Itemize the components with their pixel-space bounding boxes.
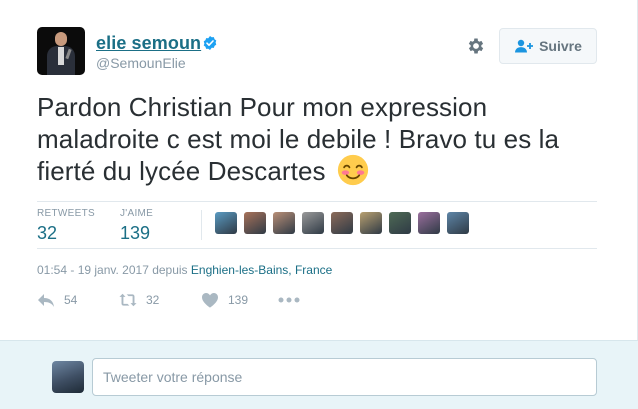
likes-count: 139 [120, 223, 151, 243]
tweet-card: elie semoun @SemounElie Suivre Pardon Ch… [0, 0, 638, 340]
smiling-blush-emoji-icon [337, 155, 369, 186]
stats-divider [201, 210, 202, 240]
tweet-meta: 01:54 - 19 janv. 2017 depuis Enghien-les… [37, 263, 332, 277]
like-button[interactable]: 139 [201, 292, 248, 308]
reply-count: 54 [64, 293, 78, 307]
liker-avatar[interactable] [244, 212, 266, 234]
likers-avatar-list [215, 212, 476, 234]
liker-avatar[interactable] [360, 212, 382, 234]
tweet-text: Pardon Christian Pour mon expression mal… [37, 92, 560, 186]
likes-stat[interactable]: J'AIME 139 [120, 208, 153, 244]
user-handle[interactable]: @SemounElie [96, 55, 186, 71]
current-user-avatar [52, 361, 84, 393]
tweet-timestamp[interactable]: 01:54 - 19 janv. 2017 depuis [37, 263, 188, 277]
liker-avatar[interactable] [418, 212, 440, 234]
retweet-count: 32 [146, 293, 160, 307]
liker-avatar[interactable] [389, 212, 411, 234]
more-dots-icon [278, 297, 300, 303]
tweet-location-link[interactable]: Enghien-les-Bains, France [191, 263, 332, 277]
tweet-stats: RETWEETS 32 J'AIME 139 [37, 201, 597, 249]
retweets-label: RETWEETS [37, 208, 95, 219]
retweet-button[interactable]: 32 [119, 292, 159, 308]
user-avatar[interactable] [37, 27, 85, 75]
gear-icon[interactable] [466, 36, 486, 56]
liker-avatar[interactable] [447, 212, 469, 234]
follow-label: Suivre [539, 38, 582, 54]
retweet-icon [119, 293, 137, 307]
more-button[interactable] [278, 292, 300, 308]
user-name[interactable]: elie semoun [96, 33, 201, 54]
tweet-text-block: Pardon Christian Pour mon expression mal… [37, 91, 597, 187]
liker-avatar[interactable] [215, 212, 237, 234]
liker-avatar[interactable] [331, 212, 353, 234]
retweets-stat[interactable]: RETWEETS 32 [37, 208, 95, 244]
follow-button[interactable]: Suivre [499, 28, 597, 64]
reply-composer [0, 340, 638, 409]
likes-label: J'AIME [120, 208, 154, 219]
reply-icon [38, 294, 54, 307]
liker-avatar[interactable] [273, 212, 295, 234]
reply-button[interactable]: 54 [37, 292, 77, 308]
heart-icon [202, 293, 218, 308]
liker-avatar[interactable] [302, 212, 324, 234]
retweets-count: 32 [37, 223, 58, 243]
verified-badge-icon [203, 36, 217, 50]
add-user-icon [515, 39, 534, 53]
reply-input[interactable] [92, 358, 597, 396]
like-count: 139 [228, 293, 249, 307]
